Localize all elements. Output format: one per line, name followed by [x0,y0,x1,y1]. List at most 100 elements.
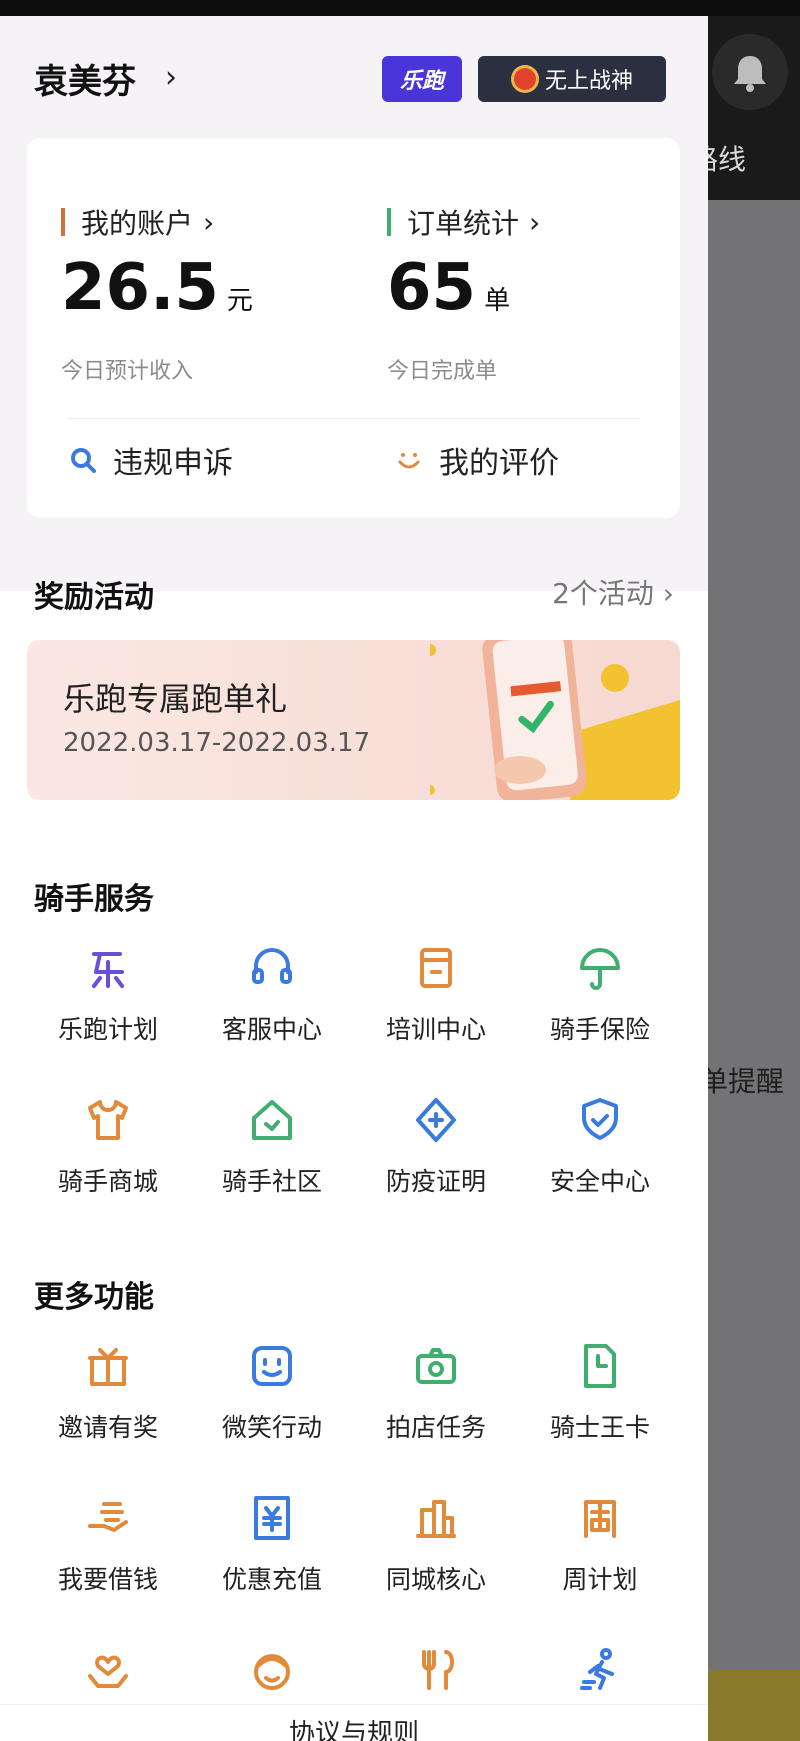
week-plan-icon [572,1490,628,1546]
chevron-right-icon[interactable]: › [165,60,177,95]
grid-item-label: 客服中心 [221,1015,322,1044]
city-icon [408,1490,464,1546]
umbrella-icon [572,940,628,996]
lepao-badge[interactable]: 乐跑 [382,56,462,102]
grid-item-gift[interactable]: 邀请有奖 [26,1338,190,1444]
side-drawer: 袁美芬 › 乐跑 无上战神 我的账户 › 26.5 元 今日预计收入 订单统计 › 6… [0,16,708,1741]
recharge-icon [244,1490,300,1546]
orders-unit: 单 [484,286,511,316]
grid-item-camera[interactable]: 拍店任务 [354,1338,518,1444]
face-icon [244,1642,300,1698]
rank-badge-label: 无上战神 [544,69,633,94]
background-reminder-label: 单提醒 [700,1065,785,1098]
account-title: 我的账户 [81,207,194,240]
chevron-right-icon: › [203,205,215,239]
grid-item-home-heart[interactable]: 骑手社区 [190,1092,354,1198]
appeal-button[interactable]: 违规申诉 [67,438,233,482]
grid-item-label: 安全中心 [549,1167,650,1196]
grid-item-label: 拍店任务 [385,1413,486,1442]
divider [67,418,640,419]
rank-badge[interactable]: 无上战神 [478,56,666,102]
heart-hand-icon [80,1642,136,1698]
reviews-label: 我的评价 [439,446,559,481]
runner-icon [572,1642,628,1698]
hand-money-icon [80,1490,136,1546]
grid-item-label: 骑手商城 [57,1167,158,1196]
grid-item-shield[interactable]: 安全中心 [518,1092,682,1198]
grid-item-label: 优惠充值 [221,1565,322,1594]
summary-card: 我的账户 › 26.5 元 今日预计收入 订单统计 › 65 单 今日完成单 违规申诉 … [27,138,680,518]
smile-icon [244,1338,300,1394]
grid-item-face[interactable] [190,1642,354,1712]
orders-count: 65 [387,251,477,325]
grid-item-label: 骑手社区 [221,1167,322,1196]
grid-item-headset[interactable]: 客服中心 [190,940,354,1046]
banner-date: 2022.03.17-2022.03.17 [63,728,371,758]
accent-bar [61,208,65,236]
grid-item-label: 微笑行动 [221,1413,322,1442]
smile-face-icon [398,453,420,469]
grid-item-book[interactable]: 培训中心 [354,940,518,1046]
agreement-rules-link[interactable]: 协议与规则 [0,1704,708,1741]
account-caption: 今日预计收入 [61,359,194,384]
rewards-title: 奖励活动 [34,580,154,615]
grid-item-label: 同城核心 [385,1565,486,1594]
user-name[interactable]: 袁美芬 [34,54,136,103]
grid-item-sim-card[interactable]: 骑士王卡 [518,1338,682,1444]
home-heart-icon [244,1092,300,1148]
rank-emblem-icon [510,65,539,93]
gift-icon [80,1338,136,1394]
account-stat[interactable]: 我的账户 › 26.5 元 今日预计收入 [61,202,253,385]
tshirt-icon [80,1092,136,1148]
fork-spoon-icon [408,1642,464,1698]
le-icon [80,940,136,996]
rewards-count-link[interactable]: 2个活动 › [552,572,674,612]
grid-item-label: 邀请有奖 [57,1413,158,1442]
phone-hand-illustration [430,640,680,800]
grid-item-runner[interactable] [518,1642,682,1712]
reviews-button[interactable]: 我的评价 [393,438,559,482]
grid-item-label: 我要借钱 [57,1565,158,1594]
grid-item-label: 乐跑计划 [57,1015,158,1044]
camera-icon [408,1338,464,1394]
grid-item-medical[interactable]: 防疫证明 [354,1092,518,1198]
grid-item-umbrella[interactable]: 骑手保险 [518,940,682,1046]
headset-icon [244,940,300,996]
grid-item-heart-hand[interactable] [26,1642,190,1712]
grid-item-city[interactable]: 同城核心 [354,1490,518,1596]
account-amount: 26.5 [61,251,219,325]
orders-caption: 今日完成单 [387,359,498,384]
grid-item-tshirt[interactable]: 骑手商城 [26,1092,190,1198]
reward-banner[interactable]: 乐跑专属跑单礼 2022.03.17-2022.03.17 [27,640,680,800]
status-bar [0,0,800,16]
grid-item-label: 骑手保险 [549,1015,650,1044]
more-features-title: 更多功能 [34,1280,154,1315]
grid-item-le[interactable]: 乐跑计划 [26,940,190,1046]
search-check-icon [71,448,96,473]
grid-item-fork-spoon[interactable] [354,1642,518,1712]
appeal-label: 违规申诉 [113,446,233,481]
orders-title: 订单统计 [407,207,520,240]
grid-item-label: 培训中心 [385,1015,486,1044]
account-unit: 元 [226,286,253,316]
shield-icon [572,1092,628,1148]
grid-item-label: 防疫证明 [385,1167,486,1196]
grid-item-week-plan[interactable]: 周计划 [518,1490,682,1596]
orders-stat[interactable]: 订单统计 › 65 单 今日完成单 [387,202,540,385]
bell-icon[interactable] [712,34,788,110]
grid-item-hand-money[interactable]: 我要借钱 [26,1490,190,1596]
rewards-count-label: 2个活动 [552,577,654,610]
grid-item-recharge[interactable]: 优惠充值 [190,1490,354,1596]
banner-title: 乐跑专属跑单礼 [63,680,288,718]
accent-bar [387,208,391,236]
background-bottom-bar [700,1670,800,1741]
medical-icon [408,1092,464,1148]
rider-services-title: 骑手服务 [34,882,154,917]
grid-item-label: 骑士王卡 [549,1413,650,1442]
grid-item-smile[interactable]: 微笑行动 [190,1338,354,1444]
book-icon [408,940,464,996]
chevron-right-icon: › [529,205,541,239]
sim-card-icon [572,1338,628,1394]
grid-item-label: 周计划 [562,1565,638,1594]
chevron-right-icon: › [662,577,674,610]
